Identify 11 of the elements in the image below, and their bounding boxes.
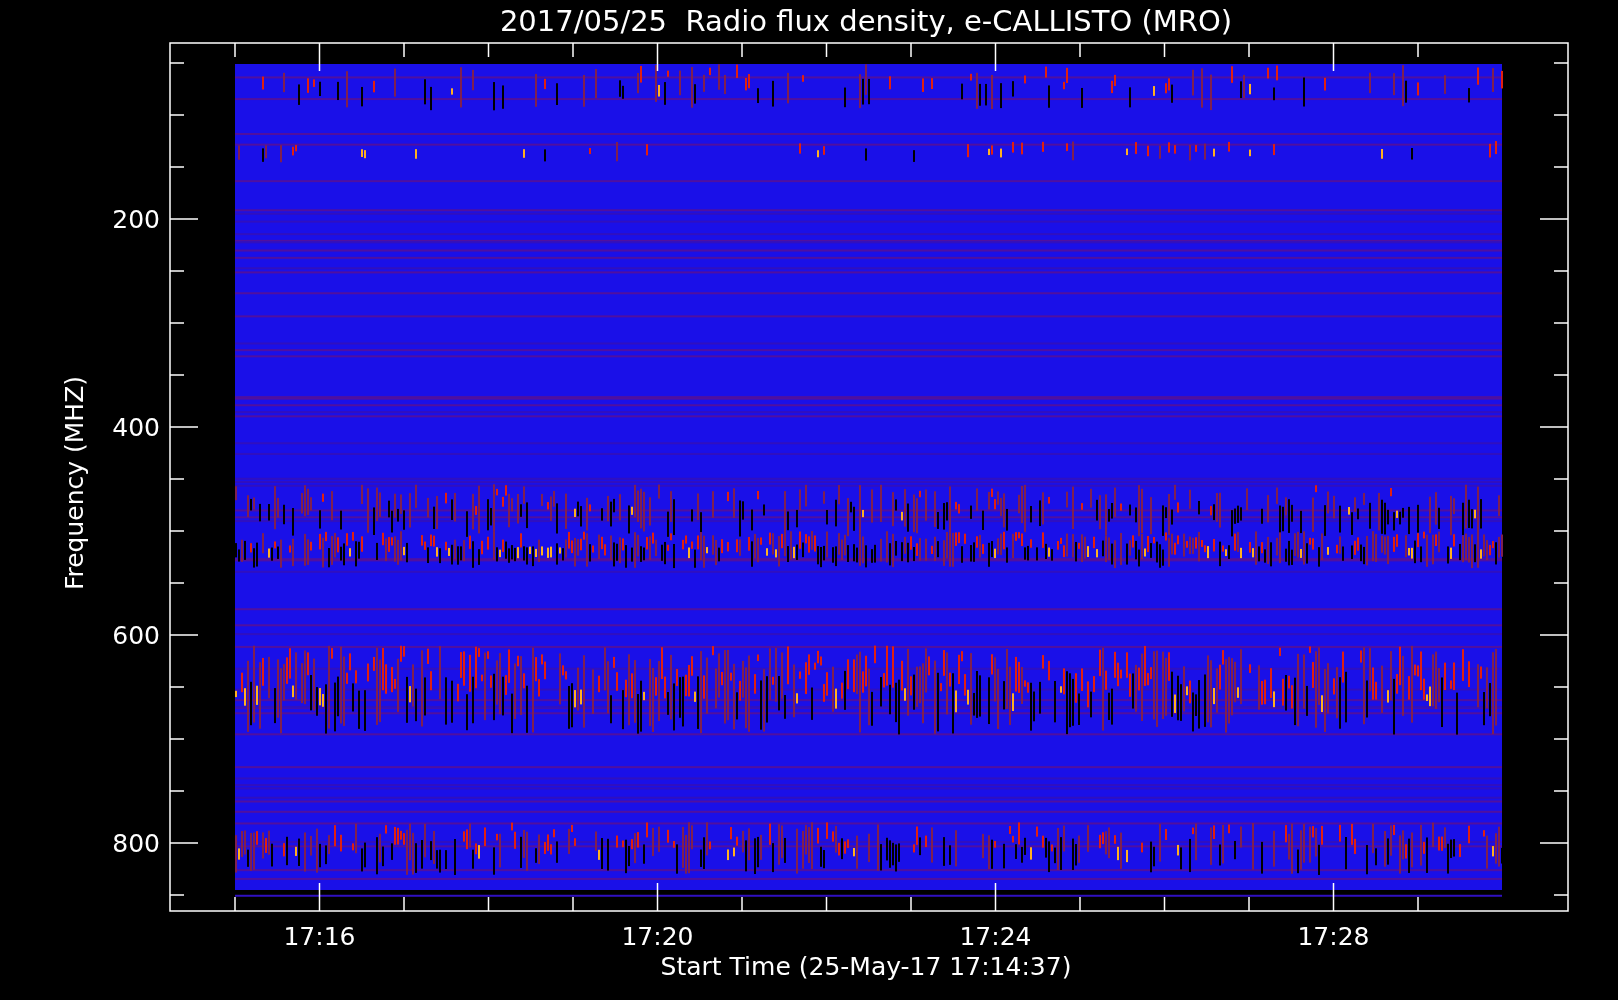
x-tick-label: 17:28 (1297, 922, 1370, 951)
y-tick-label: 600 (112, 621, 160, 650)
x-tick-label: 17:16 (283, 922, 356, 951)
x-tick-label: 17:24 (959, 922, 1032, 951)
y-tick-label: 800 (112, 829, 160, 858)
plot-title: 2017/05/25 Radio flux density, e-CALLISTO (MRO) (499, 4, 1233, 38)
y-axis-label: Frequency (MHZ) (60, 375, 89, 591)
x-tick-label: 17:20 (621, 922, 694, 951)
y-tick-label: 200 (112, 205, 160, 234)
y-tick-label: 400 (112, 413, 160, 442)
x-axis-label: Start Time (25-May-17 17:14:37) (660, 952, 1072, 981)
